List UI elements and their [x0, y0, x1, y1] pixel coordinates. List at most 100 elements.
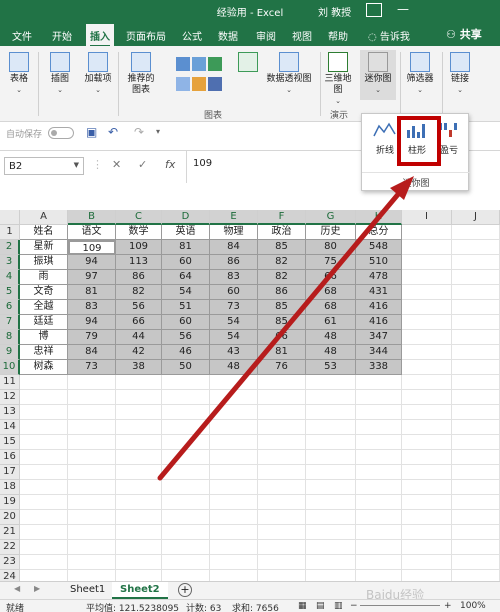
- grid-cell[interactable]: [402, 255, 452, 270]
- data-cell[interactable]: 97: [68, 270, 116, 285]
- data-cell[interactable]: 忠祥: [20, 345, 68, 360]
- grid-cell[interactable]: [306, 435, 356, 450]
- row-header[interactable]: 12: [0, 390, 20, 405]
- grid-cell[interactable]: [402, 540, 452, 555]
- waterfall-chart-icon[interactable]: [208, 57, 222, 71]
- grid-cell[interactable]: [452, 480, 500, 495]
- grid-cell[interactable]: [258, 375, 306, 390]
- data-cell[interactable]: 81: [258, 345, 306, 360]
- grid-cell[interactable]: [210, 555, 258, 570]
- grid-cell[interactable]: [452, 420, 500, 435]
- zoom-in-icon[interactable]: +: [444, 601, 452, 611]
- filters-button[interactable]: 筛选器 ⌄: [402, 52, 438, 96]
- grid-cell[interactable]: [306, 555, 356, 570]
- user-name[interactable]: 刘 教授: [318, 4, 351, 19]
- grid-cell[interactable]: [68, 390, 116, 405]
- data-cell[interactable]: 86: [258, 285, 306, 300]
- grid-cell[interactable]: [402, 435, 452, 450]
- data-cell[interactable]: 478: [356, 270, 402, 285]
- grid-cell[interactable]: [306, 465, 356, 480]
- grid-cell[interactable]: [258, 420, 306, 435]
- grid-cell[interactable]: [116, 450, 162, 465]
- grid-cell[interactable]: [402, 405, 452, 420]
- grid-cell[interactable]: [258, 510, 306, 525]
- column-header[interactable]: I: [402, 210, 452, 225]
- grid-cell[interactable]: [162, 510, 210, 525]
- undo-icon[interactable]: ↶: [108, 125, 118, 139]
- grid-cell[interactable]: [68, 495, 116, 510]
- grid-cell[interactable]: [210, 450, 258, 465]
- grid-cell[interactable]: [68, 465, 116, 480]
- table-button[interactable]: 表格 ⌄: [6, 52, 32, 96]
- grid-cell[interactable]: [452, 285, 500, 300]
- row-header[interactable]: 7: [0, 315, 20, 330]
- spreadsheet-grid[interactable]: A B C D E F G H I J 1 姓名 语文 数学 英语 物理 政治 历史 总分 2 星新 109 109 81 84…: [0, 210, 500, 605]
- grid-cell[interactable]: [20, 540, 68, 555]
- row-header[interactable]: 23: [0, 555, 20, 570]
- grid-cell[interactable]: [306, 450, 356, 465]
- save-icon[interactable]: ▣: [86, 125, 97, 139]
- grid-cell[interactable]: [402, 315, 452, 330]
- grid-cell[interactable]: [68, 480, 116, 495]
- row-header[interactable]: 2: [0, 240, 20, 255]
- data-cell[interactable]: 46: [162, 345, 210, 360]
- data-cell[interactable]: 66: [258, 330, 306, 345]
- maps-button[interactable]: [236, 52, 260, 74]
- page-layout-view-icon[interactable]: ▤: [316, 601, 325, 611]
- grid-cell[interactable]: [162, 450, 210, 465]
- data-cell[interactable]: 60: [162, 315, 210, 330]
- grid-cell[interactable]: [356, 405, 402, 420]
- row-header[interactable]: 15: [0, 435, 20, 450]
- data-cell[interactable]: 42: [116, 345, 162, 360]
- tab-insert[interactable]: 插入: [86, 24, 114, 47]
- tab-formulas[interactable]: 公式: [182, 28, 202, 43]
- grid-cell[interactable]: [68, 450, 116, 465]
- row-header[interactable]: 5: [0, 285, 20, 300]
- data-cell[interactable]: 树森: [20, 360, 68, 375]
- select-all-corner[interactable]: [0, 210, 20, 225]
- data-cell[interactable]: 48: [210, 360, 258, 375]
- grid-cell[interactable]: [116, 510, 162, 525]
- illustrations-button[interactable]: 插图 ⌄: [46, 52, 74, 96]
- tab-help[interactable]: 帮助: [328, 28, 348, 43]
- column-header[interactable]: E: [210, 210, 258, 225]
- data-cell[interactable]: 75: [306, 255, 356, 270]
- prev-sheet-icon[interactable]: ◀: [14, 584, 20, 593]
- zoom-slider[interactable]: [360, 605, 440, 606]
- bar-chart-icon[interactable]: [176, 57, 190, 71]
- grid-cell[interactable]: [402, 225, 452, 240]
- data-cell[interactable]: 54: [210, 315, 258, 330]
- grid-cell[interactable]: [116, 420, 162, 435]
- grid-cell[interactable]: [116, 540, 162, 555]
- tab-view[interactable]: 视图: [292, 28, 312, 43]
- grid-cell[interactable]: [356, 465, 402, 480]
- grid-cell[interactable]: [452, 345, 500, 360]
- grid-cell[interactable]: [356, 480, 402, 495]
- formula-input[interactable]: 109: [186, 151, 362, 183]
- grid-cell[interactable]: [162, 390, 210, 405]
- grid-cell[interactable]: [452, 525, 500, 540]
- tab-review[interactable]: 审阅: [256, 28, 276, 43]
- data-cell[interactable]: 548: [356, 240, 402, 255]
- grid-cell[interactable]: [20, 405, 68, 420]
- grid-cell[interactable]: [68, 525, 116, 540]
- column-header[interactable]: D: [162, 210, 210, 225]
- grid-cell[interactable]: [116, 495, 162, 510]
- grid-cell[interactable]: [20, 510, 68, 525]
- grid-cell[interactable]: [210, 420, 258, 435]
- grid-cell[interactable]: [210, 405, 258, 420]
- grid-cell[interactable]: [402, 330, 452, 345]
- data-cell[interactable]: 73: [210, 300, 258, 315]
- row-header[interactable]: 1: [0, 225, 20, 240]
- grid-cell[interactable]: [356, 510, 402, 525]
- data-cell[interactable]: 68: [306, 300, 356, 315]
- grid-cell[interactable]: [68, 405, 116, 420]
- grid-cell[interactable]: [356, 450, 402, 465]
- column-header[interactable]: F: [258, 210, 306, 225]
- grid-cell[interactable]: [452, 465, 500, 480]
- grid-cell[interactable]: [356, 555, 402, 570]
- header-cell[interactable]: 历史: [306, 225, 356, 240]
- next-sheet-icon[interactable]: ▶: [34, 584, 40, 593]
- chart-types-gallery[interactable]: [164, 56, 234, 96]
- data-cell[interactable]: 431: [356, 285, 402, 300]
